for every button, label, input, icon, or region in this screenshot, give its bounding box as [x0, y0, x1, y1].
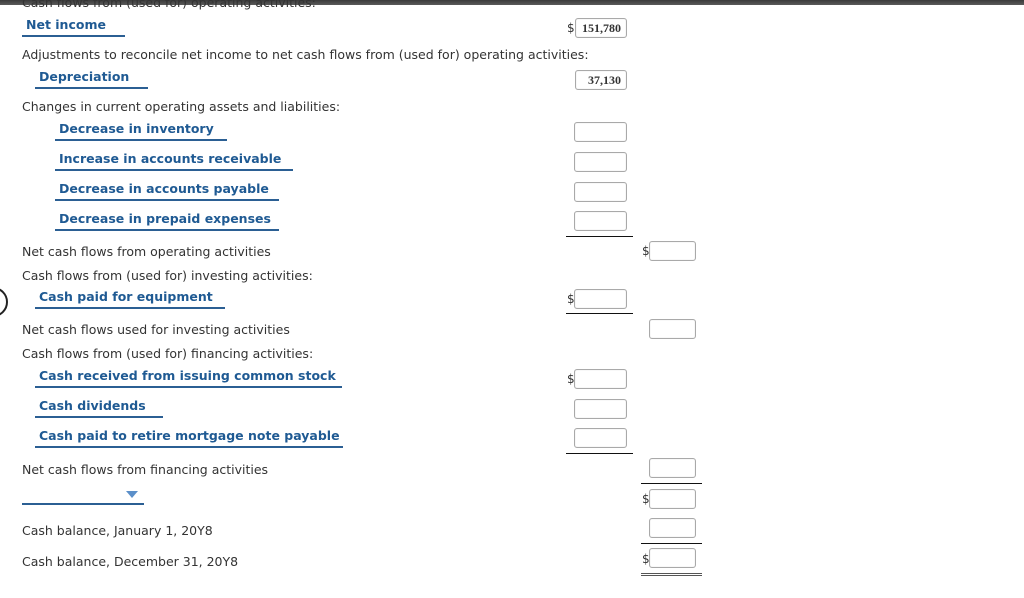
equipment-input[interactable]	[574, 289, 627, 309]
change-input-payable[interactable]	[574, 182, 627, 202]
jan-balance-label: Cash balance, January 1, 20Y8	[22, 523, 213, 538]
mortgage-dropdown[interactable]: Cash paid to retire mortgage note payabl…	[35, 428, 343, 448]
change-label: Decrease in prepaid expenses	[59, 211, 271, 226]
dividends-label: Cash dividends	[39, 398, 146, 413]
subtotal-rule	[566, 313, 633, 314]
dec-balance-input[interactable]	[649, 548, 696, 568]
net-change-dropdown[interactable]	[22, 485, 144, 505]
change-dropdown-payable[interactable]: Decrease in accounts payable	[55, 181, 279, 201]
change-label: Decrease in inventory	[59, 121, 214, 136]
adjustments-label: Adjustments to reconcile net income to n…	[22, 47, 589, 62]
net-investing-label: Net cash flows used for investing activi…	[22, 322, 290, 337]
net-operating-label: Net cash flows from operating activities	[22, 244, 271, 259]
operating-section-heading: Cash flows from (used for) operating act…	[22, 0, 316, 10]
dividends-input[interactable]	[574, 399, 627, 419]
investing-heading: Cash flows from (used for) investing act…	[22, 268, 313, 283]
change-input-prepaid[interactable]	[574, 211, 627, 231]
net-operating-input[interactable]	[649, 241, 696, 261]
financing-heading: Cash flows from (used for) financing act…	[22, 346, 314, 361]
change-label: Decrease in accounts payable	[59, 181, 269, 196]
net-income-input[interactable]: 151,780	[575, 18, 627, 38]
change-label: Increase in accounts receivable	[59, 151, 282, 166]
net-investing-input[interactable]	[649, 319, 696, 339]
mortgage-input[interactable]	[574, 428, 627, 448]
depreciation-dropdown[interactable]: Depreciation	[35, 69, 148, 89]
dec-balance-label: Cash balance, December 31, 20Y8	[22, 554, 239, 569]
partial-circle-icon	[0, 287, 8, 317]
change-dropdown-inventory[interactable]: Decrease in inventory	[55, 121, 227, 141]
stock-input[interactable]	[574, 369, 627, 389]
stock-label: Cash received from issuing common stock	[39, 368, 336, 383]
net-income-dollar: $	[567, 21, 575, 35]
equipment-dropdown[interactable]: Cash paid for equipment	[35, 289, 225, 309]
stock-dropdown[interactable]: Cash received from issuing common stock	[35, 368, 342, 388]
net-income-label: Net income	[26, 17, 106, 32]
changes-label: Changes in current operating assets and …	[22, 99, 341, 114]
total-rule	[641, 483, 702, 484]
net-financing-input[interactable]	[649, 458, 696, 478]
depreciation-input[interactable]: 37,130	[575, 70, 627, 90]
total-rule	[641, 543, 702, 544]
chevron-down-icon	[126, 491, 138, 498]
change-input-receivable[interactable]	[574, 152, 627, 172]
change-dropdown-prepaid[interactable]: Decrease in prepaid expenses	[55, 211, 279, 231]
double-underline	[641, 573, 702, 576]
dividends-dropdown[interactable]: Cash dividends	[35, 398, 163, 418]
net-change-input[interactable]	[649, 489, 696, 509]
net-income-dropdown[interactable]: Net income	[22, 17, 125, 37]
change-dropdown-receivable[interactable]: Increase in accounts receivable	[55, 151, 293, 171]
change-input-inventory[interactable]	[574, 122, 627, 142]
mortgage-label: Cash paid to retire mortgage note payabl…	[39, 428, 340, 443]
subtotal-rule	[566, 236, 633, 237]
net-financing-label: Net cash flows from financing activities	[22, 462, 269, 477]
equipment-label: Cash paid for equipment	[39, 289, 213, 304]
subtotal-rule	[566, 453, 633, 454]
jan-balance-input[interactable]	[649, 518, 696, 538]
depreciation-label: Depreciation	[39, 69, 130, 84]
